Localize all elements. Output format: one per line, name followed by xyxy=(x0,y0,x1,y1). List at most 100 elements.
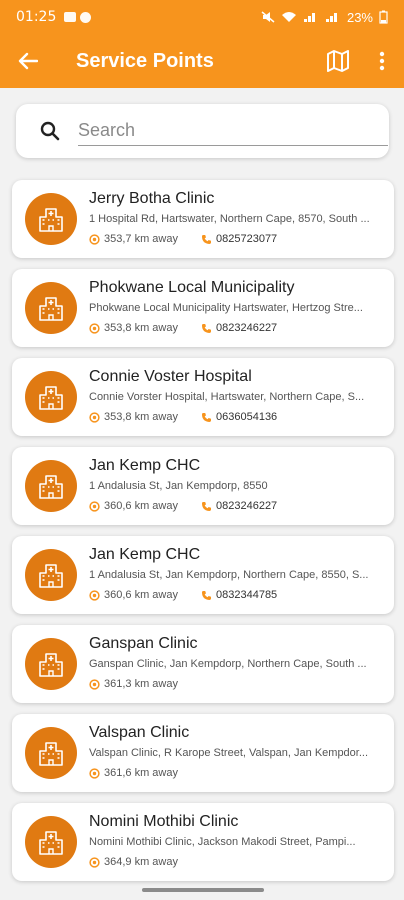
distance-group: 353,8 km away xyxy=(89,411,201,423)
search-bar xyxy=(16,104,389,158)
distance-text: 364,9 km away xyxy=(104,856,178,868)
distance-text: 361,3 km away xyxy=(104,678,178,690)
arrow-left-icon xyxy=(18,52,38,70)
distance-text: 353,8 km away xyxy=(104,411,178,423)
location-target-icon xyxy=(89,411,100,423)
service-point-card[interactable]: Valspan Clinic Valspan Clinic, R Karope … xyxy=(12,714,394,792)
location-target-icon xyxy=(89,500,100,512)
service-point-card[interactable]: Connie Voster Hospital Connie Vorster Ho… xyxy=(12,358,394,436)
service-point-meta: 360,6 km away 0832344785 xyxy=(89,589,277,601)
distance-text: 353,7 km away xyxy=(104,233,178,245)
clinic-avatar xyxy=(25,460,77,512)
service-point-name: Jan Kemp CHC xyxy=(89,546,201,563)
service-point-card[interactable]: Jan Kemp CHC 1 Andalusia St, Jan Kempdor… xyxy=(12,536,394,614)
service-point-address: Phokwane Local Municipality Hartswater, … xyxy=(89,302,363,314)
location-target-icon xyxy=(89,767,100,779)
clinic-avatar xyxy=(25,727,77,779)
service-point-meta: 361,3 km away xyxy=(89,678,201,690)
service-point-card[interactable]: Jan Kemp CHC 1 Andalusia St, Jan Kempdor… xyxy=(12,447,394,525)
service-point-name: Valspan Clinic xyxy=(89,724,190,741)
clinic-avatar xyxy=(25,193,77,245)
page-title: Service Points xyxy=(76,49,214,72)
battery-percent: 23% xyxy=(346,9,373,25)
location-target-icon xyxy=(89,233,100,245)
service-point-name: Jerry Botha Clinic xyxy=(89,190,215,207)
service-point-address: Connie Vorster Hospital, Hartswater, Nor… xyxy=(89,391,365,403)
status-time: 01:25 xyxy=(16,9,57,25)
wifi-icon xyxy=(281,12,296,22)
hospital-building-icon xyxy=(39,831,63,855)
phone-number: 0825723077 xyxy=(216,233,278,245)
clinic-avatar xyxy=(25,549,77,601)
service-point-meta: 353,8 km away 0636054136 xyxy=(89,411,277,423)
phone-number: 0636054136 xyxy=(216,411,278,423)
location-target-icon xyxy=(89,678,100,690)
phone-number: 0832344785 xyxy=(216,589,278,601)
phone-group[interactable]: 0823246227 xyxy=(201,322,277,334)
service-point-name: Jan Kemp CHC xyxy=(89,457,201,474)
battery-icon xyxy=(379,10,388,24)
distance-text: 353,8 km away xyxy=(104,322,178,334)
phone-icon xyxy=(202,412,211,422)
phone-icon xyxy=(202,501,211,511)
map-button[interactable] xyxy=(316,34,360,88)
notification-icons xyxy=(64,11,92,23)
phone-icon xyxy=(202,323,211,333)
hospital-building-icon xyxy=(39,386,63,410)
service-point-card[interactable]: Ganspan Clinic Ganspan Clinic, Jan Kempd… xyxy=(12,625,394,703)
service-point-card[interactable]: Jerry Botha Clinic 1 Hospital Rd, Hartsw… xyxy=(12,180,394,258)
distance-group: 360,6 km away xyxy=(89,500,201,512)
service-point-name: Nomini Mothibi Clinic xyxy=(89,813,239,830)
hospital-building-icon xyxy=(39,475,63,499)
service-point-address: Nomini Mothibi Clinic, Jackson Makodi St… xyxy=(89,836,356,848)
phone-group[interactable]: 0825723077 xyxy=(201,233,277,245)
phone-group[interactable]: 0636054136 xyxy=(201,411,277,423)
hospital-building-icon xyxy=(39,564,63,588)
back-button[interactable] xyxy=(0,34,56,88)
service-point-meta: 361,6 km away xyxy=(89,767,201,779)
hospital-building-icon xyxy=(39,297,63,321)
phone-group[interactable]: 0823246227 xyxy=(201,500,277,512)
clinic-avatar xyxy=(25,282,77,334)
distance-group: 353,8 km away xyxy=(89,322,201,334)
phone-group[interactable]: 0832344785 xyxy=(201,589,277,601)
location-target-icon xyxy=(89,322,100,334)
service-point-address: 1 Andalusia St, Jan Kempdorp, 8550 xyxy=(89,480,268,492)
phone-number: 0823246227 xyxy=(216,322,278,334)
distance-text: 360,6 km away xyxy=(104,500,178,512)
search-input[interactable] xyxy=(78,116,388,146)
service-point-name: Connie Voster Hospital xyxy=(89,368,252,385)
signal-icon-2 xyxy=(325,13,337,22)
distance-text: 360,6 km away xyxy=(104,589,178,601)
service-point-address: Ganspan Clinic, Jan Kempdorp, Northern C… xyxy=(89,658,367,670)
service-point-meta: 353,8 km away 0823246227 xyxy=(89,322,277,334)
mute-icon xyxy=(261,11,275,23)
service-point-meta: 360,6 km away 0823246227 xyxy=(89,500,277,512)
search-icon xyxy=(40,121,60,141)
toolbar: Service Points xyxy=(0,34,404,88)
distance-group: 353,7 km away xyxy=(89,233,201,245)
service-point-card[interactable]: Phokwane Local Municipality Phokwane Loc… xyxy=(12,269,394,347)
map-icon xyxy=(327,50,349,72)
hospital-building-icon xyxy=(39,653,63,677)
service-point-meta: 353,7 km away 0825723077 xyxy=(89,233,277,245)
service-point-name: Phokwane Local Municipality xyxy=(89,279,295,296)
location-target-icon xyxy=(89,856,100,868)
distance-group: 361,3 km away xyxy=(89,678,201,690)
distance-group: 364,9 km away xyxy=(89,856,201,868)
service-point-address: 1 Andalusia St, Jan Kempdorp, Northern C… xyxy=(89,569,369,581)
app-bar: 01:25 23% Service Points xyxy=(0,0,404,88)
location-target-icon xyxy=(89,589,100,601)
signal-icon xyxy=(303,13,315,22)
service-point-card[interactable]: Nomini Mothibi Clinic Nomini Mothibi Cli… xyxy=(12,803,394,881)
distance-text: 361,6 km away xyxy=(104,767,178,779)
service-point-address: Valspan Clinic, R Karope Street, Valspan… xyxy=(89,747,369,759)
hospital-building-icon xyxy=(39,742,63,766)
home-indicator[interactable] xyxy=(142,888,264,892)
message-icon xyxy=(80,11,92,23)
distance-group: 360,6 km away xyxy=(89,589,201,601)
clinic-avatar xyxy=(25,638,77,690)
more-options-button[interactable] xyxy=(360,34,404,88)
phone-icon xyxy=(202,234,211,244)
hospital-building-icon xyxy=(39,208,63,232)
